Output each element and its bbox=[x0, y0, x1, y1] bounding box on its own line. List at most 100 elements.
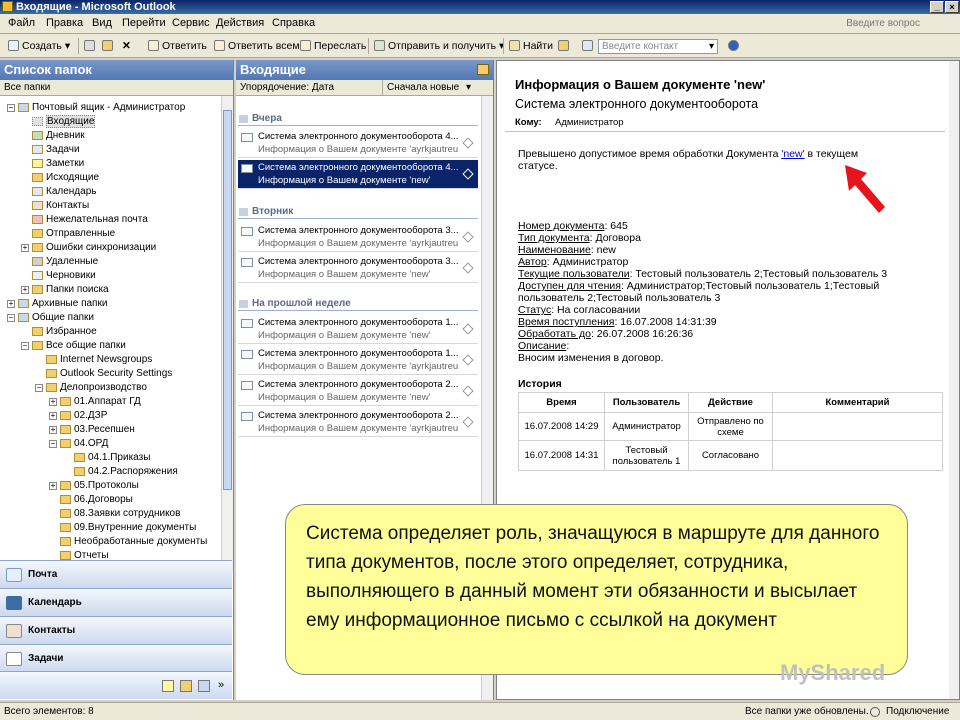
collapse-icon[interactable]: − bbox=[49, 440, 57, 448]
folder-03[interactable]: +03.Ресепшен bbox=[49, 423, 135, 437]
flag-icon[interactable] bbox=[462, 385, 474, 397]
folder-09[interactable]: 09.Внутренние документы bbox=[60, 521, 196, 535]
folder-contacts[interactable]: Контакты bbox=[32, 199, 89, 213]
flag-icon[interactable] bbox=[462, 416, 474, 428]
menu-help[interactable]: Справка bbox=[272, 17, 315, 29]
find-button[interactable]: Найти bbox=[509, 38, 553, 54]
message-item[interactable]: Система электронного документооборота 4.… bbox=[238, 129, 478, 158]
arrange-by[interactable]: Упорядочение: Дата bbox=[240, 80, 334, 96]
folder-mailbox[interactable]: − Почтовый ящик - Администратор bbox=[7, 101, 185, 115]
expand-icon[interactable]: + bbox=[49, 412, 57, 420]
folder-05[interactable]: +05.Протоколы bbox=[49, 479, 139, 493]
folder-04-2[interactable]: 04.2.Распоряжения bbox=[74, 465, 178, 479]
message-item[interactable]: Система электронного документооборота 1.… bbox=[238, 315, 478, 344]
folder-sync-errors[interactable]: + Ошибки синхронизации bbox=[21, 241, 156, 255]
nav-mail-button[interactable]: Почта bbox=[0, 560, 232, 588]
menu-edit[interactable]: Правка bbox=[46, 17, 83, 29]
folder-archive[interactable]: + Архивные папки bbox=[7, 297, 107, 311]
folder-drafts[interactable]: Черновики bbox=[32, 269, 96, 283]
folder-public[interactable]: − Общие папки bbox=[7, 311, 94, 325]
nav-contacts-button[interactable]: Контакты bbox=[0, 616, 232, 644]
expand-icon[interactable]: + bbox=[49, 482, 57, 490]
flag-icon[interactable] bbox=[462, 231, 474, 243]
expand-icon[interactable]: + bbox=[21, 244, 29, 252]
folder-02[interactable]: +02.ДЗР bbox=[49, 409, 107, 423]
folder-newsgroups[interactable]: Internet Newsgroups bbox=[46, 353, 152, 367]
close-button[interactable]: × bbox=[945, 1, 959, 13]
collapse-icon[interactable]: − bbox=[7, 104, 15, 112]
minimize-button[interactable]: _ bbox=[930, 1, 944, 13]
folder-unprocessed[interactable]: Необработанные документы bbox=[60, 535, 207, 549]
folder-04[interactable]: −04.ОРД bbox=[49, 437, 108, 451]
sort-order[interactable]: Сначала новые bbox=[382, 80, 459, 96]
collapse-icon[interactable]: − bbox=[7, 314, 15, 322]
configure-buttons-icon[interactable]: » bbox=[218, 679, 224, 691]
folder-list-icon[interactable] bbox=[180, 680, 192, 692]
print-button[interactable] bbox=[84, 38, 98, 54]
expand-icon[interactable]: + bbox=[49, 398, 57, 406]
contact-search-input[interactable]: Введите контакт ▾ bbox=[598, 39, 718, 54]
address-book-button[interactable] bbox=[558, 38, 572, 54]
message-item[interactable]: Система электронного документооборота 2.… bbox=[238, 377, 478, 406]
flag-icon[interactable] bbox=[462, 137, 474, 149]
group-header-last-week[interactable]: На прошлой неделе bbox=[238, 297, 478, 311]
folder-tasks[interactable]: Задачи bbox=[32, 143, 80, 157]
expand-icon[interactable]: + bbox=[21, 286, 29, 294]
expand-icon[interactable]: + bbox=[7, 300, 15, 308]
ask-question-input[interactable]: Введите вопрос bbox=[846, 18, 920, 29]
menu-go[interactable]: Перейти bbox=[122, 17, 166, 29]
folder-sent[interactable]: Отправленные bbox=[32, 227, 115, 241]
folder-outbox[interactable]: Исходящие bbox=[32, 171, 99, 185]
message-item-selected[interactable]: Система электронного документооборота 4.… bbox=[238, 160, 478, 189]
create-button[interactable]: Создать ▾ bbox=[8, 38, 70, 54]
folder-calendar[interactable]: Календарь bbox=[32, 185, 96, 199]
folder-04-1[interactable]: 04.1.Приказы bbox=[74, 451, 150, 465]
flag-icon[interactable] bbox=[462, 168, 474, 180]
dropdown-arrow-icon[interactable]: ▾ bbox=[709, 40, 714, 53]
menu-actions[interactable]: Действия bbox=[216, 17, 264, 29]
flag-icon[interactable] bbox=[462, 262, 474, 274]
folder-favorites[interactable]: Избранное bbox=[32, 325, 97, 339]
folder-all-public[interactable]: − Все общие папки bbox=[21, 339, 126, 353]
collapse-icon[interactable]: − bbox=[35, 384, 43, 392]
reply-button[interactable]: Ответить bbox=[148, 38, 207, 54]
expand-icon[interactable]: + bbox=[49, 426, 57, 434]
message-item[interactable]: Система электронного документооборота 3.… bbox=[238, 254, 478, 283]
help-button[interactable] bbox=[728, 38, 742, 54]
folder-deleted[interactable]: Удаленные bbox=[32, 255, 98, 269]
document-link[interactable]: 'new' bbox=[781, 148, 804, 160]
reading-pane-scrollbar[interactable] bbox=[949, 61, 959, 699]
reply-all-button[interactable]: Ответить всем bbox=[214, 38, 300, 54]
forward-button[interactable]: Переслать bbox=[300, 38, 366, 54]
folder-08[interactable]: 08.Заявки сотрудников bbox=[60, 507, 180, 521]
folder-records[interactable]: − Делопроизводство bbox=[35, 381, 147, 395]
flag-icon[interactable] bbox=[462, 354, 474, 366]
collapse-icon[interactable]: − bbox=[21, 342, 29, 350]
notes-icon[interactable] bbox=[162, 680, 174, 692]
group-header-tuesday[interactable]: Вторник bbox=[238, 205, 478, 219]
folder-inbox[interactable]: Входящие bbox=[32, 115, 96, 129]
folder-01[interactable]: +01.Аппарат ГД bbox=[49, 395, 141, 409]
folder-search[interactable]: + Папки поиска bbox=[21, 283, 109, 297]
nav-calendar-button[interactable]: Календарь bbox=[0, 588, 232, 616]
send-receive-button[interactable]: Отправить и получить ▾ bbox=[374, 38, 504, 54]
group-header-yesterday[interactable]: Вчера bbox=[238, 112, 478, 126]
menu-tools[interactable]: Сервис bbox=[172, 17, 210, 29]
message-item[interactable]: Система электронного документооборота 3.… bbox=[238, 223, 478, 252]
folder-scrollbar[interactable] bbox=[221, 96, 233, 571]
folder-junk[interactable]: Нежелательная почта bbox=[32, 213, 148, 227]
scroll-thumb[interactable] bbox=[223, 110, 232, 490]
folder-journal[interactable]: Дневник bbox=[32, 129, 85, 143]
message-item[interactable]: Система электронного документооборота 2.… bbox=[238, 408, 478, 437]
message-item[interactable]: Система электронного документооборота 1.… bbox=[238, 346, 478, 375]
shortcuts-icon[interactable] bbox=[198, 680, 210, 692]
delete-button[interactable]: ✕ bbox=[120, 38, 134, 54]
move-button[interactable] bbox=[102, 38, 116, 54]
flag-icon[interactable] bbox=[462, 323, 474, 335]
folder-notes[interactable]: Заметки bbox=[32, 157, 84, 171]
folder-06[interactable]: 06.Договоры bbox=[60, 493, 133, 507]
menu-view[interactable]: Вид bbox=[92, 17, 112, 29]
folder-security-settings[interactable]: Outlook Security Settings bbox=[46, 367, 172, 381]
nav-tasks-button[interactable]: Задачи bbox=[0, 644, 232, 672]
sort-arrow-icon[interactable]: ▾ bbox=[466, 80, 471, 96]
